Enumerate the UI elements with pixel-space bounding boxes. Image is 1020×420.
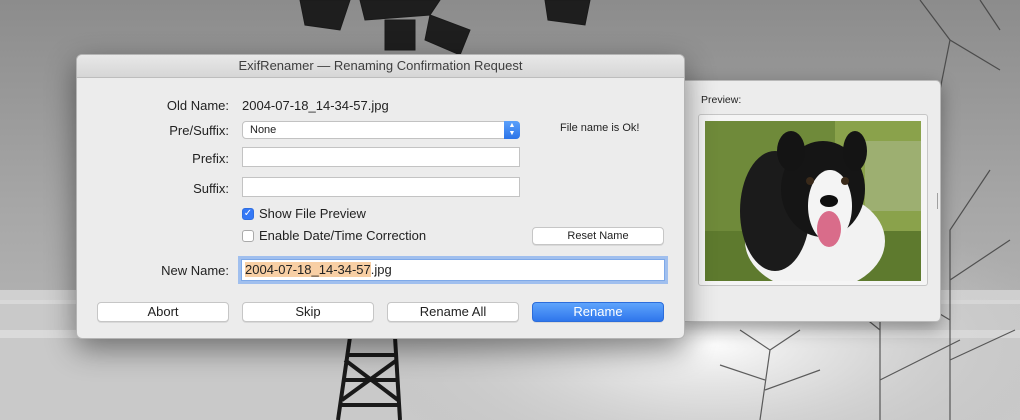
- abort-button[interactable]: Abort: [97, 302, 229, 322]
- panel-resize-handle[interactable]: [937, 193, 938, 209]
- skip-button[interactable]: Skip: [242, 302, 374, 322]
- prefix-input[interactable]: [242, 147, 520, 167]
- old-name-value: 2004-07-18_14-34-57.jpg: [242, 98, 389, 113]
- show-file-preview-checkbox[interactable]: ✓: [242, 207, 254, 220]
- dog-photo-preview: [705, 121, 921, 281]
- old-name-label: Old Name:: [166, 98, 229, 113]
- new-name-label: New Name:: [161, 263, 229, 278]
- date-time-correction-label: Enable Date/Time Correction: [259, 228, 427, 243]
- new-name-selected-text: 2004-07-18_14-34-57: [245, 262, 371, 277]
- suffix-label: Suffix:: [193, 181, 229, 196]
- show-file-preview-label: Show File Preview: [259, 206, 366, 221]
- dialog-title: ExifRenamer — Renaming Confirmation Requ…: [77, 55, 684, 78]
- new-name-input[interactable]: 2004-07-18_14-34-57.jpg: [241, 259, 665, 281]
- rename-all-button[interactable]: Rename All: [387, 302, 519, 322]
- rename-button[interactable]: Rename: [532, 302, 664, 322]
- preview-label: Preview:: [701, 94, 742, 106]
- reset-name-button[interactable]: Reset Name: [532, 227, 664, 245]
- date-time-correction-option[interactable]: Enable Date/Time Correction: [242, 228, 426, 243]
- show-file-preview-option[interactable]: ✓ Show File Preview: [242, 206, 366, 221]
- preview-frame: [698, 114, 928, 286]
- preview-panel: Preview:: [683, 80, 941, 322]
- presuffix-label: Pre/Suffix:: [169, 123, 229, 138]
- presuffix-select[interactable]: None ▲ ▼: [242, 121, 520, 139]
- presuffix-selected-value: None: [250, 124, 277, 136]
- checkmark-icon: ✓: [243, 207, 253, 219]
- prefix-label: Prefix:: [192, 151, 229, 166]
- suffix-input[interactable]: [242, 177, 520, 197]
- renaming-confirmation-dialog: ExifRenamer — Renaming Confirmation Requ…: [76, 54, 685, 339]
- file-name-status: File name is Ok!: [560, 122, 640, 134]
- date-time-correction-checkbox[interactable]: [242, 229, 254, 242]
- up-down-chevron-icon[interactable]: ▲ ▼: [504, 121, 520, 139]
- new-name-extension: .jpg: [370, 262, 392, 277]
